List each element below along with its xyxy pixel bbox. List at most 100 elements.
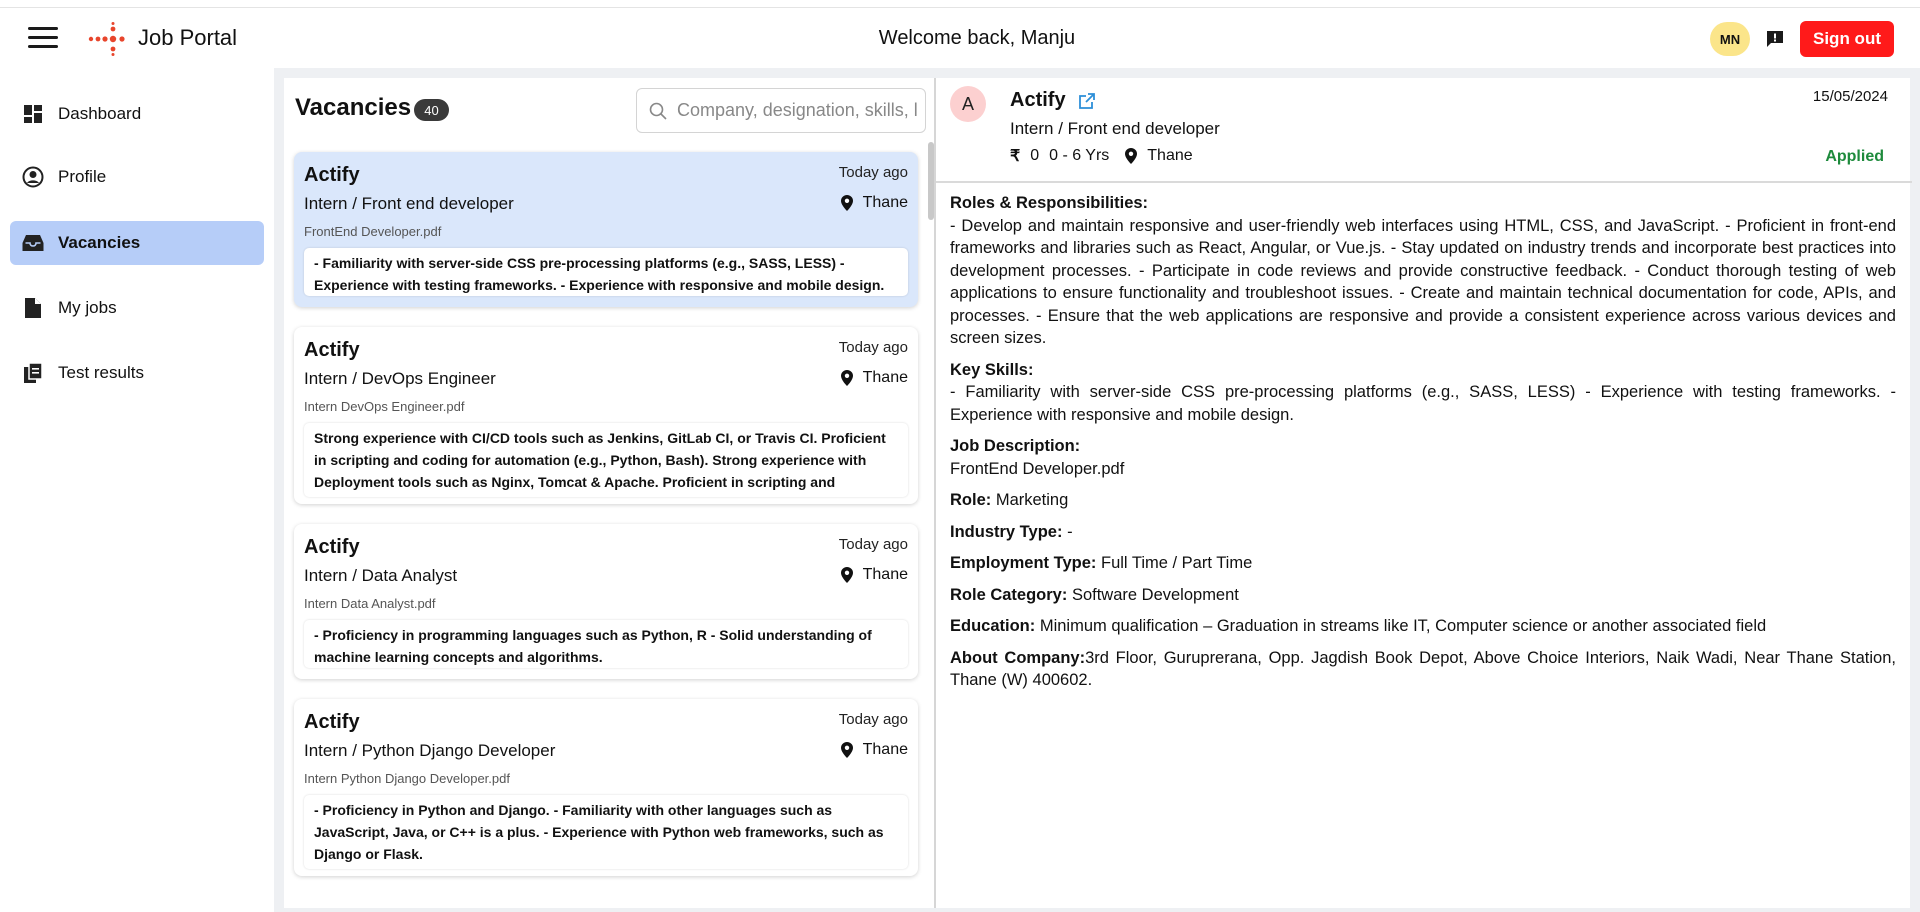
- job-file-name: Intern Data Analyst.pdf: [304, 596, 436, 611]
- about-company-row: About Company:3rd Floor, Guruprerana, Op…: [950, 647, 1896, 692]
- job-card[interactable]: Actify Today ago Intern / Python Django …: [294, 699, 918, 876]
- skills-text: - Familiarity with server-side CSS pre-p…: [950, 383, 1896, 424]
- employment-value: Full Time / Part Time: [1100, 554, 1253, 572]
- category-label: Role Category:: [950, 585, 1068, 604]
- feedback-icon[interactable]: [1765, 29, 1785, 49]
- job-card[interactable]: Actify Today ago Intern / DevOps Enginee…: [294, 327, 918, 504]
- sidebar: Dashboard Profile Vacancies My jobs Test…: [0, 68, 274, 912]
- role-row: Role: Marketing: [950, 489, 1896, 512]
- job-description-snippet: - Familiarity with server-side CSS pre-p…: [304, 248, 908, 296]
- sidebar-item-test-results[interactable]: Test results: [10, 351, 264, 395]
- roles-label: Roles & Responsibilities:: [950, 194, 1149, 212]
- sidebar-item-my-jobs[interactable]: My jobs: [10, 286, 264, 330]
- role-value: Marketing: [995, 491, 1069, 509]
- detail-role: Intern / Front end developer: [1010, 119, 1220, 138]
- job-company: Actify: [304, 164, 360, 186]
- jd-label: Job Description:: [950, 437, 1081, 455]
- job-location: Thane: [840, 194, 908, 212]
- job-company: Actify: [304, 711, 360, 733]
- vacancies-list-panel: Vacancies 40 Actify Today ago Intern / F…: [284, 78, 934, 908]
- location-pin-icon: [840, 567, 853, 583]
- detail-company: Actify: [1010, 89, 1096, 112]
- job-card[interactable]: Actify Today ago Intern / Front end deve…: [294, 152, 918, 307]
- category-value: Software Development: [1071, 585, 1239, 604]
- detail-meta: ₹ 0 0 - 6 Yrs Thane: [1010, 146, 1203, 166]
- job-company: Actify: [304, 536, 360, 558]
- job-file-name: Intern DevOps Engineer.pdf: [304, 399, 465, 414]
- about-label: About Company:: [950, 648, 1086, 667]
- external-link-icon[interactable]: [1078, 92, 1096, 110]
- job-description-snippet: Strong experience with CI/CD tools such …: [304, 423, 908, 497]
- company-avatar: A: [950, 86, 986, 122]
- sidebar-item-dashboard[interactable]: Dashboard: [10, 92, 264, 136]
- job-location: Thane: [840, 741, 908, 759]
- job-posted-time: Today ago: [838, 164, 908, 181]
- detail-date: 15/05/2024: [1812, 88, 1888, 105]
- search-input[interactable]: [677, 100, 917, 121]
- role-label: Role:: [950, 491, 992, 509]
- detail-company-name: Actify: [1010, 89, 1066, 111]
- detail-experience: 0 - 6 Yrs: [1049, 147, 1110, 164]
- job-description-section: Job Description: FrontEnd Developer.pdf: [950, 435, 1896, 480]
- roles-text: - Develop and maintain responsive and us…: [950, 216, 1896, 348]
- location-pin-icon: [1125, 148, 1138, 164]
- jd-file[interactable]: FrontEnd Developer.pdf: [950, 458, 1896, 481]
- detail-body: Roles & Responsibilities: - Develop and …: [950, 192, 1896, 701]
- employment-label: Employment Type:: [950, 554, 1097, 572]
- sidebar-item-vacancies[interactable]: Vacancies: [10, 221, 264, 265]
- job-role: Intern / Front end developer: [304, 194, 514, 213]
- job-posted-time: Today ago: [838, 339, 908, 356]
- dashboard-icon: [22, 103, 44, 125]
- vacancies-title: Vacancies: [295, 94, 412, 121]
- app-header: Job Portal Welcome back, Manju MN Sign o…: [0, 8, 1920, 68]
- education-value: Minimum qualification – Graduation in st…: [1039, 617, 1767, 635]
- job-file-name: Intern Python Django Developer.pdf: [304, 771, 510, 786]
- job-description-snippet: - Proficiency in programming languages s…: [304, 620, 908, 668]
- education-row: Education: Minimum qualification – Gradu…: [950, 615, 1896, 638]
- sidebar-item-label: My jobs: [58, 298, 117, 317]
- employment-row: Employment Type: Full Time / Part Time: [950, 552, 1896, 575]
- top-border: [0, 0, 1920, 8]
- job-location: Thane: [840, 369, 908, 387]
- sidebar-item-label: Profile: [58, 167, 107, 186]
- sidebar-item-label: Dashboard: [58, 104, 142, 123]
- search-box[interactable]: [636, 88, 926, 133]
- industry-value: -: [1067, 522, 1073, 541]
- sidebar-item-label: Test results: [58, 363, 144, 382]
- industry-row: Industry Type: -: [950, 521, 1896, 544]
- job-detail-panel: A Actify 15/05/2024 Intern / Front end d…: [934, 78, 1912, 908]
- location-pin-icon: [840, 742, 853, 758]
- job-description-snippet: - Proficiency in Python and Django. - Fa…: [304, 795, 908, 869]
- vacancies-count-badge: 40: [414, 99, 449, 121]
- detail-divider: [936, 181, 1912, 183]
- location-pin-icon: [840, 370, 853, 386]
- welcome-message: Welcome back, Manju: [878, 27, 1076, 49]
- job-location-label: Thane: [862, 369, 908, 386]
- job-location: Thane: [840, 566, 908, 584]
- document-icon: [22, 297, 44, 319]
- job-role: Intern / Python Django Developer: [304, 741, 556, 760]
- application-status: Applied: [1825, 148, 1884, 165]
- detail-salary: 0: [1030, 147, 1040, 164]
- job-location-label: Thane: [862, 194, 908, 211]
- job-file-name: FrontEnd Developer.pdf: [304, 224, 442, 239]
- copy-document-icon: [22, 362, 44, 384]
- sign-out-button[interactable]: Sign out: [1800, 21, 1894, 57]
- user-avatar[interactable]: MN: [1710, 22, 1750, 56]
- skills-label: Key Skills:: [950, 360, 1034, 379]
- skills-section: Key Skills: - Familiarity with server-si…: [950, 359, 1896, 427]
- job-role: Intern / DevOps Engineer: [304, 369, 496, 388]
- inbox-icon: [22, 232, 44, 254]
- roles-section: Roles & Responsibilities: - Develop and …: [950, 192, 1896, 350]
- category-row: Role Category: Software Development: [950, 584, 1896, 607]
- job-card[interactable]: Actify Today ago Intern / Data Analyst T…: [294, 524, 918, 679]
- job-posted-time: Today ago: [838, 536, 908, 553]
- sidebar-item-profile[interactable]: Profile: [10, 155, 264, 199]
- education-label: Education:: [950, 617, 1036, 635]
- job-role: Intern / Data Analyst: [304, 566, 458, 585]
- detail-location: Thane: [1147, 147, 1193, 164]
- rupee-icon: ₹: [1010, 148, 1021, 165]
- job-posted-time: Today ago: [838, 711, 908, 728]
- profile-icon: [22, 166, 44, 188]
- industry-label: Industry Type:: [950, 522, 1063, 541]
